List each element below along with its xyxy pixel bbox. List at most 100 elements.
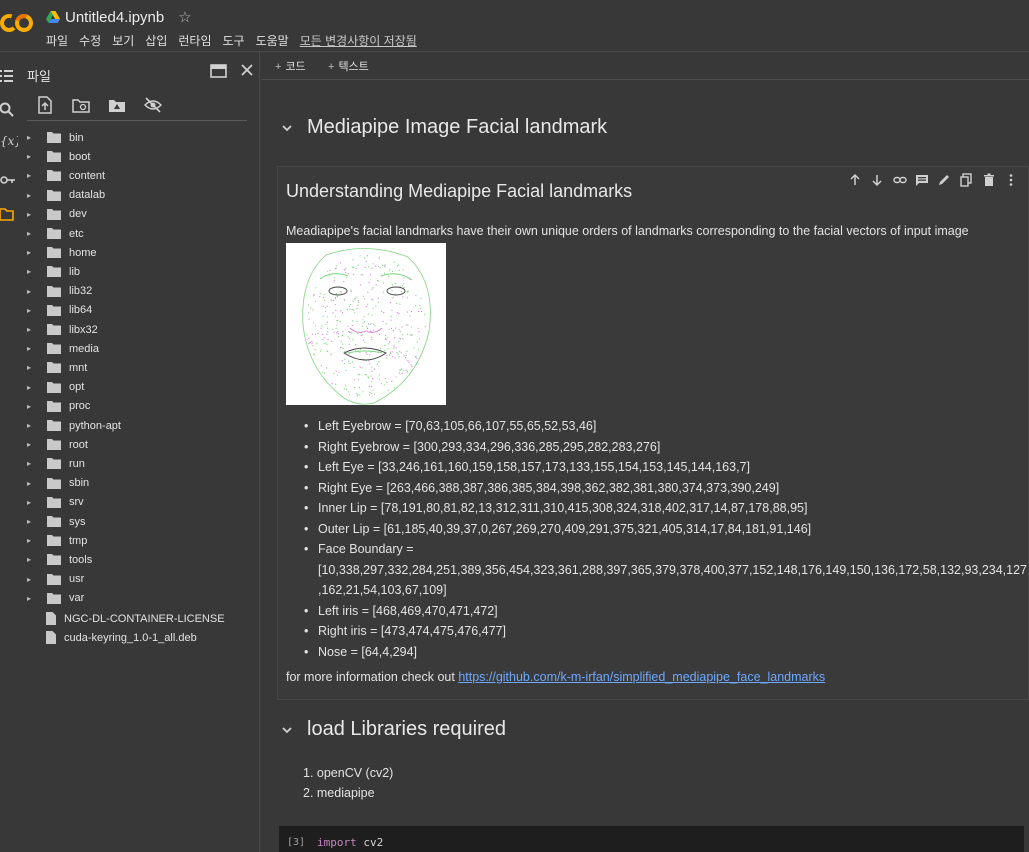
chevron-right-icon[interactable]: ▸ bbox=[27, 152, 36, 161]
hide-files-icon[interactable] bbox=[144, 96, 162, 114]
chevron-right-icon[interactable]: ▸ bbox=[27, 517, 36, 526]
chevron-right-icon[interactable]: ▸ bbox=[27, 171, 36, 180]
delete-icon[interactable] bbox=[982, 173, 996, 187]
menu-view[interactable]: 보기 bbox=[112, 32, 134, 49]
chevron-right-icon[interactable]: ▸ bbox=[27, 421, 36, 430]
menu-file[interactable]: 파일 bbox=[46, 32, 68, 49]
chevron-right-icon[interactable]: ▸ bbox=[27, 306, 36, 315]
tree-folder-run[interactable]: ▸ run bbox=[18, 454, 260, 473]
tree-folder-usr[interactable]: ▸ usr bbox=[18, 570, 260, 589]
mesh-point bbox=[405, 369, 407, 371]
chevron-right-icon[interactable]: ▸ bbox=[27, 133, 36, 142]
comment-icon[interactable] bbox=[915, 173, 929, 187]
tree-folder-tmp[interactable]: ▸ tmp bbox=[18, 531, 260, 550]
tree-folder-content[interactable]: ▸ content bbox=[18, 166, 260, 185]
tree-folder-lib64[interactable]: ▸ lib64 bbox=[18, 301, 260, 320]
chevron-right-icon[interactable]: ▸ bbox=[27, 459, 36, 468]
secrets-key-icon[interactable] bbox=[0, 170, 18, 190]
mesh-point bbox=[394, 357, 396, 359]
menu-edit[interactable]: 수정 bbox=[79, 32, 101, 49]
table-of-contents-icon[interactable] bbox=[0, 66, 18, 86]
chevron-right-icon[interactable]: ▸ bbox=[27, 267, 36, 276]
code-cell[interactable]: [3] import cv2 bbox=[279, 826, 1024, 852]
chevron-right-icon[interactable]: ▸ bbox=[27, 479, 36, 488]
tree-folder-proc[interactable]: ▸ proc bbox=[18, 397, 260, 416]
mesh-point bbox=[353, 267, 355, 269]
colab-logo[interactable] bbox=[0, 8, 34, 38]
menu-help[interactable]: 도움말 bbox=[256, 32, 289, 49]
tree-folder-lib[interactable]: ▸ lib bbox=[18, 262, 260, 281]
tree-folder-boot[interactable]: ▸ boot bbox=[18, 147, 260, 166]
mesh-point bbox=[371, 288, 373, 290]
tree-file[interactable]: cuda-keyring_1.0-1_all.deb bbox=[18, 628, 260, 647]
tree-folder-var[interactable]: ▸ var bbox=[18, 589, 260, 608]
tree-folder-etc[interactable]: ▸ etc bbox=[18, 224, 260, 243]
google-drive-icon[interactable] bbox=[46, 11, 60, 23]
chevron-right-icon[interactable]: ▸ bbox=[27, 287, 36, 296]
chevron-right-icon[interactable]: ▸ bbox=[27, 498, 36, 507]
tree-folder-python-apt[interactable]: ▸ python-apt bbox=[18, 416, 260, 435]
tree-folder-mnt[interactable]: ▸ mnt bbox=[18, 358, 260, 377]
chevron-right-icon[interactable]: ▸ bbox=[27, 363, 36, 372]
tree-file[interactable]: NGC-DL-CONTAINER-LICENSE bbox=[18, 609, 260, 628]
chevron-right-icon[interactable]: ▸ bbox=[27, 383, 36, 392]
github-link[interactable]: https://github.com/k-m-irfan/simplified_… bbox=[458, 670, 825, 684]
chevron-right-icon[interactable]: ▸ bbox=[27, 248, 36, 257]
add-text-button[interactable]: + 텍스트 bbox=[328, 58, 369, 74]
tree-folder-dev[interactable]: ▸ dev bbox=[18, 205, 260, 224]
more-icon[interactable] bbox=[1004, 173, 1018, 187]
tree-folder-home[interactable]: ▸ home bbox=[18, 243, 260, 262]
tree-folder-media[interactable]: ▸ media bbox=[18, 339, 260, 358]
chevron-down-icon[interactable] bbox=[281, 123, 293, 133]
chevron-down-icon[interactable] bbox=[281, 725, 293, 735]
add-code-button[interactable]: + 코드 bbox=[275, 58, 306, 74]
chevron-right-icon[interactable]: ▸ bbox=[27, 191, 36, 200]
move-down-icon[interactable] bbox=[870, 173, 884, 187]
variables-icon[interactable]: {x} bbox=[0, 134, 22, 154]
chevron-right-icon[interactable]: ▸ bbox=[27, 536, 36, 545]
chevron-right-icon[interactable]: ▸ bbox=[27, 344, 36, 353]
face-mesh-image bbox=[286, 243, 446, 405]
upload-icon[interactable] bbox=[36, 96, 54, 114]
code-line[interactable]: import cv2 bbox=[317, 836, 383, 849]
close-icon[interactable] bbox=[239, 62, 255, 78]
tree-folder-sbin[interactable]: ▸ sbin bbox=[18, 474, 260, 493]
menu-tools[interactable]: 도구 bbox=[223, 32, 245, 49]
chevron-right-icon[interactable]: ▸ bbox=[27, 229, 36, 238]
chevron-right-icon[interactable]: ▸ bbox=[27, 440, 36, 449]
notebook-title[interactable]: Untitled4.ipynb bbox=[65, 9, 164, 26]
move-up-icon[interactable] bbox=[848, 173, 862, 187]
tree-folder-srv[interactable]: ▸ srv bbox=[18, 493, 260, 512]
chevron-right-icon[interactable]: ▸ bbox=[27, 575, 36, 584]
chevron-right-icon[interactable]: ▸ bbox=[27, 555, 36, 564]
chevron-right-icon[interactable]: ▸ bbox=[27, 210, 36, 219]
folder-icon[interactable] bbox=[0, 204, 18, 224]
tree-folder-root[interactable]: ▸ root bbox=[18, 435, 260, 454]
star-icon[interactable]: ☆ bbox=[178, 8, 191, 26]
tree-folder-datalab[interactable]: ▸ datalab bbox=[18, 186, 260, 205]
open-in-tab-icon[interactable] bbox=[210, 64, 227, 78]
mirror-cell-icon[interactable] bbox=[959, 173, 973, 187]
link-icon[interactable] bbox=[892, 173, 907, 187]
mesh-point bbox=[368, 377, 370, 379]
chevron-right-icon[interactable]: ▸ bbox=[27, 594, 36, 603]
edit-icon[interactable] bbox=[937, 173, 951, 187]
tree-folder-libx32[interactable]: ▸ libx32 bbox=[18, 320, 260, 339]
menu-runtime[interactable]: 런타임 bbox=[178, 32, 211, 49]
tree-folder-tools[interactable]: ▸ tools bbox=[18, 550, 260, 569]
tree-folder-sys[interactable]: ▸ sys bbox=[18, 512, 260, 531]
mesh-point bbox=[337, 319, 339, 321]
chevron-right-icon[interactable]: ▸ bbox=[27, 325, 36, 334]
search-icon[interactable] bbox=[0, 100, 18, 120]
mesh-point bbox=[335, 293, 338, 295]
tree-folder-opt[interactable]: ▸ opt bbox=[18, 378, 260, 397]
mount-drive-icon[interactable] bbox=[108, 96, 126, 114]
menu-insert[interactable]: 삽입 bbox=[145, 32, 167, 49]
chevron-right-icon[interactable]: ▸ bbox=[27, 402, 36, 411]
save-status-link[interactable]: 모든 변경사항이 저장됨 bbox=[300, 32, 417, 49]
mesh-point bbox=[370, 323, 372, 325]
tree-folder-bin[interactable]: ▸ bin bbox=[18, 128, 260, 147]
tree-folder-lib32[interactable]: ▸ lib32 bbox=[18, 282, 260, 301]
refresh-icon[interactable] bbox=[72, 96, 90, 114]
text-cell[interactable]: Understanding Mediapipe Facial landmarks… bbox=[277, 166, 1029, 700]
